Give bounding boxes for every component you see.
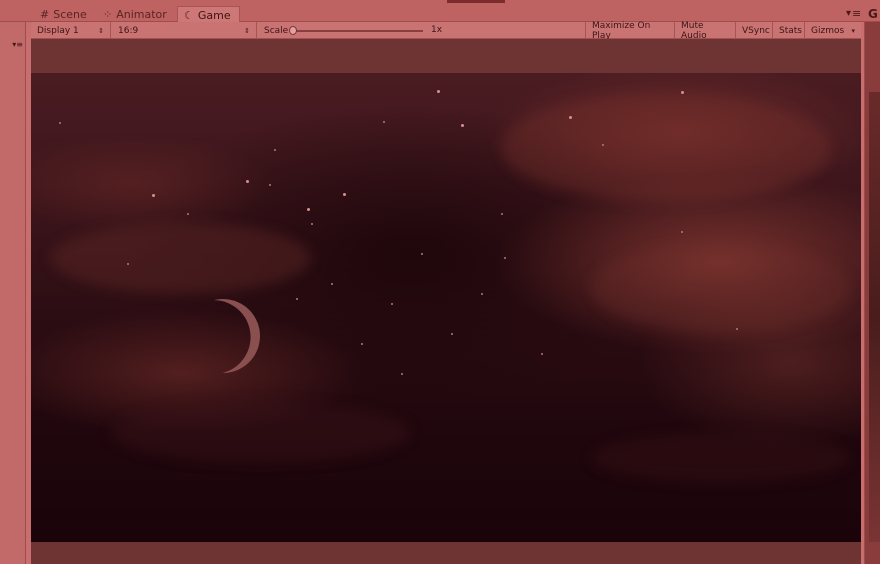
chevron-updown-icon: ⇕: [244, 26, 250, 35]
star: [343, 193, 346, 196]
scale-slider-track[interactable]: [293, 30, 423, 32]
stats-toggle[interactable]: Stats: [773, 22, 805, 39]
left-panel: ▾≡: [0, 22, 26, 564]
cloud: [51, 223, 311, 293]
tab-strip: # Scene ⁘ Animator ☾ Game ▾ ≡ G: [0, 0, 880, 23]
right-panel: [864, 22, 880, 564]
hash-icon: #: [40, 8, 50, 21]
cloud: [591, 433, 851, 483]
aspect-label: 16:9: [118, 25, 139, 36]
star: [421, 253, 423, 255]
vsync-toggle[interactable]: VSync: [736, 22, 773, 39]
star: [501, 213, 503, 215]
star: [504, 257, 506, 259]
gizmos-label: Gizmos: [811, 25, 845, 36]
star: [307, 208, 310, 211]
star: [541, 353, 543, 355]
game-toolbar: Display 1 ⇕ 16:9 ⇕ Scale 1x Maximize On …: [31, 20, 861, 41]
stats-label: Stats: [779, 25, 802, 36]
star: [602, 144, 604, 146]
star: [461, 124, 464, 127]
star: [152, 194, 155, 197]
star: [383, 121, 385, 123]
aspect-dropdown[interactable]: 16:9 ⇕: [112, 22, 257, 39]
star: [59, 122, 61, 124]
star: [451, 333, 453, 335]
star: [127, 263, 129, 265]
cloud: [501, 93, 831, 203]
game-viewport[interactable]: [31, 73, 861, 542]
scale-label: Scale: [264, 25, 289, 36]
cloud: [111, 403, 411, 463]
editor-window: # Scene ⁘ Animator ☾ Game ▾ ≡ G ▾≡ Displ…: [0, 0, 880, 564]
chevron-down-icon: ▾: [851, 26, 855, 35]
crescent-moon: [179, 292, 267, 380]
display-dropdown[interactable]: Display 1 ⇕: [31, 22, 111, 39]
star: [246, 180, 249, 183]
left-panel-menu-icon[interactable]: ▾≡: [12, 40, 23, 49]
tab-game-label: Game: [197, 8, 231, 22]
top-accent-line: [447, 0, 505, 3]
game-icon: ☾: [184, 8, 194, 22]
right-panel-preview: [869, 92, 880, 542]
animator-icon: ⁘: [103, 8, 113, 21]
scale-slider-handle[interactable]: [289, 26, 297, 35]
star: [361, 343, 363, 345]
mute-label: Mute Audio: [681, 20, 707, 41]
star: [481, 293, 483, 295]
tab-game[interactable]: ☾ Game: [177, 6, 240, 23]
star: [681, 91, 684, 94]
mute-audio-toggle[interactable]: Mute Audio: [675, 20, 736, 41]
star: [331, 283, 333, 285]
star: [269, 184, 271, 186]
star: [187, 213, 189, 215]
gizmos-dropdown[interactable]: Gizmos ▾: [805, 22, 861, 39]
star: [311, 223, 313, 225]
star: [401, 373, 403, 375]
panel-options-icon[interactable]: ≡: [852, 7, 861, 20]
display-label: Display 1: [37, 25, 79, 36]
tab-scene[interactable]: # Scene: [34, 7, 93, 22]
chevron-updown-icon: ⇕: [98, 26, 104, 35]
star: [736, 328, 738, 330]
star: [569, 116, 572, 119]
star: [274, 149, 276, 151]
inspector-tab-icon[interactable]: G: [868, 7, 878, 21]
vsync-label: VSync: [742, 25, 770, 36]
cloud: [591, 243, 851, 333]
maximize-label: Maximize On Play: [592, 20, 651, 41]
tab-scene-label: Scene: [53, 8, 87, 21]
tab-animator[interactable]: ⁘ Animator: [97, 7, 173, 22]
maximize-on-play-toggle[interactable]: Maximize On Play: [585, 20, 675, 41]
star: [437, 90, 440, 93]
star: [391, 303, 393, 305]
star: [681, 231, 683, 233]
tab-animator-label: Animator: [116, 8, 167, 21]
star: [296, 298, 298, 300]
scale-value: 1x: [431, 25, 443, 35]
panel-menu-icon[interactable]: ▾: [846, 8, 851, 19]
